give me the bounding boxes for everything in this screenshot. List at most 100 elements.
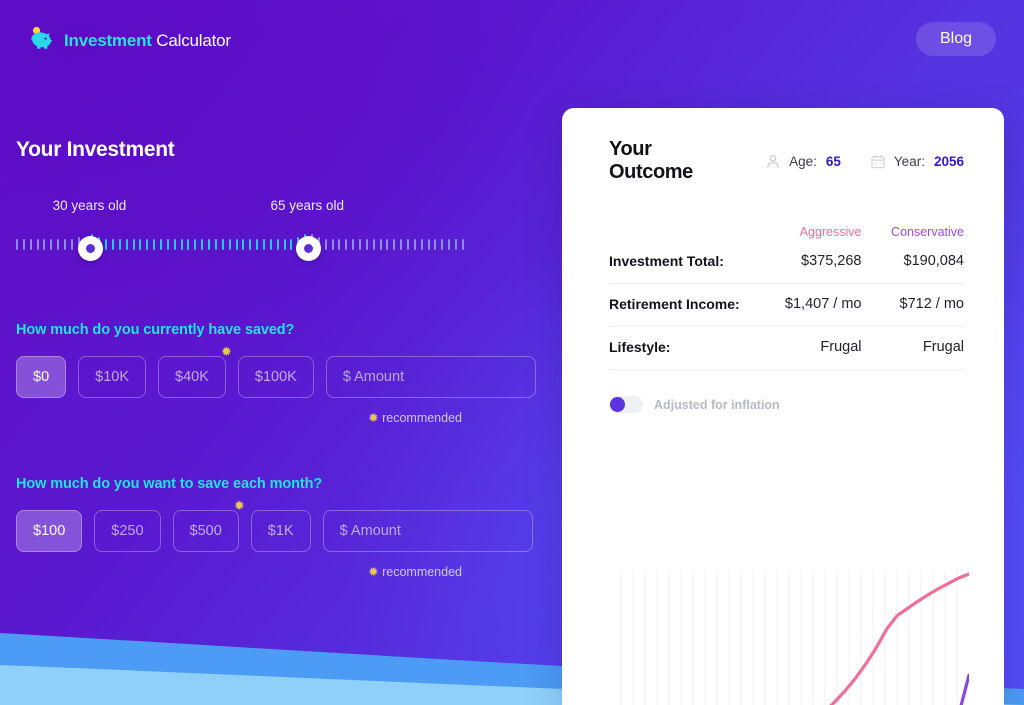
option-button[interactable]: $100 <box>16 510 83 552</box>
outcome-results-table: Aggressive Conservative Investment Total: $… <box>609 225 964 370</box>
blog-button[interactable]: Blog <box>915 22 996 56</box>
page-title: Your Investment <box>14 138 179 165</box>
slider-tick <box>36 238 39 250</box>
age-range-slider[interactable]: 30 years old 65 years old <box>16 198 464 274</box>
slider-tick <box>283 238 286 250</box>
slider-tick <box>379 238 382 250</box>
table-cell-value: $190,084 <box>903 253 964 269</box>
inflation-toggle-label: Adjusted for inflation <box>654 397 780 412</box>
star-icon: ✹ <box>368 411 379 425</box>
inflation-toggle[interactable] <box>609 396 643 413</box>
option-label: $100 <box>33 523 66 539</box>
slider-tick <box>22 238 25 250</box>
slider-handle-start-age[interactable] <box>78 236 104 261</box>
option-button[interactable]: $500 ✹ <box>172 499 245 552</box>
table-cell-value: $1,407 / mo <box>784 296 862 312</box>
option-label: $250 <box>111 523 144 539</box>
slider-labels: 30 years old 65 years old <box>16 198 464 220</box>
year-value: 2056 <box>933 154 964 169</box>
table-column-header: Aggressive <box>799 225 862 239</box>
slider-tick <box>43 238 46 250</box>
slider-tick <box>345 238 348 250</box>
slider-tick <box>105 238 108 250</box>
growth-chart: $375K $190K <box>609 570 969 705</box>
slider-min-label: 30 years old <box>52 198 127 213</box>
option-button[interactable]: $0 <box>16 356 67 398</box>
slider-tick <box>173 238 176 250</box>
slider-tick <box>228 238 231 250</box>
slider-tick <box>201 238 204 250</box>
option-button[interactable]: $100K <box>237 356 314 398</box>
slider-tick <box>242 238 245 250</box>
slider-tick <box>166 238 169 250</box>
current-savings-recommended-note: ✹ recommended <box>16 410 462 425</box>
slider-tick <box>57 238 60 250</box>
current-savings-question: How much do you currently have saved? <box>16 322 295 338</box>
monthly-savings-options: $100 $250 $500 ✹ $1K <box>16 499 556 552</box>
table-cell-value: Frugal <box>922 339 964 355</box>
outcome-year: Year: 2056 <box>871 154 964 169</box>
outcome-title: Your Outcome <box>609 138 737 187</box>
person-icon <box>766 154 780 169</box>
amount-input[interactable] <box>325 356 536 398</box>
slider-tick <box>16 238 18 250</box>
table-cell-value: Frugal <box>820 339 862 355</box>
slider-tick <box>406 238 409 250</box>
table-row-label: Retirement Income: <box>609 296 740 312</box>
slider-tick <box>448 238 451 250</box>
table-row-label: Lifestyle: <box>609 339 671 355</box>
table-cell-value: $712 / mo <box>899 296 965 312</box>
slider-tick <box>441 238 444 250</box>
option-button[interactable]: $250 <box>94 510 161 552</box>
slider-tick <box>434 238 437 250</box>
investment-calculator-page: Investment Calculator Blog Your Investme… <box>0 0 1024 705</box>
outcome-card: Your Outcome Age: 65 Year: 2056 Aggressive… <box>562 108 1004 705</box>
toggle-knob <box>610 397 625 412</box>
slider-tick <box>235 238 238 250</box>
option-label: $10K <box>95 369 130 385</box>
slider-track[interactable] <box>16 230 464 274</box>
slider-tick <box>160 238 163 250</box>
option-button[interactable]: $40K ✹ <box>158 345 232 398</box>
slider-handle-end-age[interactable] <box>295 236 321 261</box>
age-label: Age: <box>789 154 817 169</box>
outcome-header: Your Outcome Age: 65 Year: 2056 <box>562 108 1004 187</box>
year-label: Year: <box>893 154 925 169</box>
slider-tick <box>64 238 67 250</box>
slider-tick <box>249 238 252 250</box>
slider-tick <box>352 238 355 250</box>
slider-tick <box>125 238 128 250</box>
amount-input[interactable] <box>322 510 533 552</box>
slider-tick <box>180 238 183 250</box>
monthly-savings-question: How much do you want to save each month? <box>16 476 323 492</box>
calendar-icon <box>871 154 885 169</box>
growth-chart-svg <box>620 570 969 705</box>
slider-tick <box>393 238 396 250</box>
slider-tick <box>139 238 142 250</box>
slider-tick <box>208 238 211 250</box>
option-label: $40K <box>175 369 209 385</box>
slider-tick <box>290 238 293 250</box>
inflation-toggle-row[interactable]: Adjusted for inflation <box>609 396 1004 413</box>
option-button[interactable]: $1K <box>250 510 311 552</box>
slider-tick <box>455 238 457 250</box>
outcome-title-text: Your Outcome <box>609 138 693 183</box>
outcome-age: Age: 65 <box>766 154 841 169</box>
monthly-savings-group: How much do you want to save each month?… <box>16 476 556 579</box>
table-row: Retirement Income: $1,407 / mo $712 / mo <box>609 284 964 327</box>
slider-tick <box>132 238 135 250</box>
slider-tick <box>420 238 423 250</box>
slider-tick <box>400 238 403 250</box>
page-title-text: Your Investment <box>16 138 175 161</box>
recommended-label: recommended <box>382 565 462 579</box>
table-row: Lifestyle: Frugal Frugal <box>609 327 964 370</box>
current-savings-options: $0 $10K $40K ✹ $100K <box>16 345 556 398</box>
slider-tick <box>427 238 430 250</box>
investment-inputs-panel: Your Investment 30 years old 65 years ol… <box>0 0 562 705</box>
current-savings-group: How much do you currently have saved? $0… <box>16 322 556 425</box>
slider-tick <box>331 238 334 250</box>
slider-tick <box>118 238 121 250</box>
slider-tick <box>187 238 190 250</box>
slider-tick <box>153 238 156 250</box>
option-button[interactable]: $10K <box>78 356 147 398</box>
